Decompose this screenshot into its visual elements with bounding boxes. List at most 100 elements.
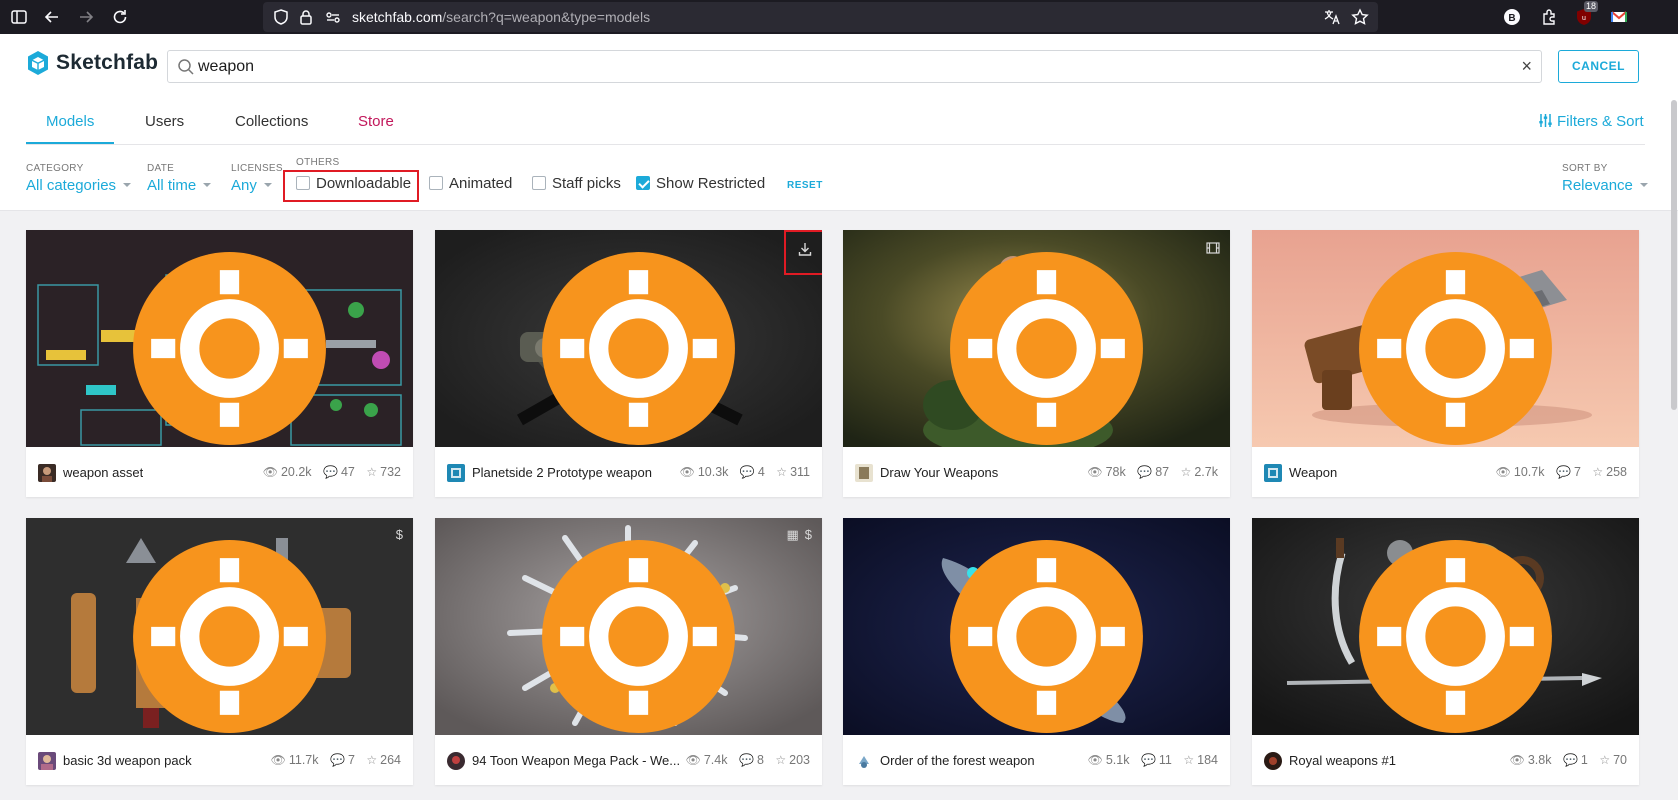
category-filter-select[interactable]: All categories — [26, 177, 132, 194]
model-title[interactable]: Draw Your Weapons — [880, 465, 998, 480]
model-thumbnail[interactable] — [843, 230, 1230, 447]
model-title[interactable]: Royal weapons #1 — [1289, 753, 1396, 768]
translate-icon[interactable] — [1322, 7, 1342, 27]
animated-label: Animated — [449, 175, 513, 192]
model-title[interactable]: Weapon — [1289, 465, 1337, 480]
author-avatar[interactable] — [855, 752, 873, 770]
views-count: 20.2k — [280, 465, 312, 479]
author-avatar[interactable] — [447, 464, 465, 482]
likes-star-icon[interactable]: ☆ — [366, 465, 377, 479]
back-icon[interactable] — [42, 7, 62, 27]
forward-icon[interactable] — [76, 7, 96, 27]
comments-count: 7 — [347, 753, 355, 767]
address-bar[interactable]: sketchfab.com/search?q=weapon&type=model… — [263, 2, 1378, 32]
views-count: 7.4k — [703, 753, 728, 767]
likes-star-icon[interactable]: ☆ — [1599, 753, 1610, 767]
tab-users[interactable]: Users — [145, 113, 184, 130]
model-thumbnail[interactable] — [1252, 518, 1639, 735]
bookmark-star-icon[interactable] — [1350, 7, 1370, 27]
model-card[interactable]: Weapon 👁 10.7k 💬 7 ☆ 258 — [1252, 230, 1639, 497]
card-footer: Planetside 2 Prototype weapon 👁 10.3k 💬 4 … — [435, 447, 822, 497]
url-text: sketchfab.com/search?q=weapon&type=model… — [352, 9, 651, 25]
model-thumbnail[interactable]: $ — [26, 518, 413, 735]
model-card[interactable]: Royal weapons #1 👁 3.8k 💬 1 ☆ 70 — [1252, 518, 1639, 785]
likes-star-icon[interactable]: ☆ — [776, 465, 787, 479]
model-title[interactable]: basic 3d weapon pack — [63, 753, 192, 768]
model-stats: 👁 10.7k 💬 7 ☆ 258 — [1488, 465, 1627, 479]
views-icon: 👁 — [1087, 753, 1103, 767]
author-avatar[interactable] — [38, 752, 56, 770]
others-filter-label: OTHERS — [296, 157, 340, 168]
comments-count: 47 — [340, 465, 355, 479]
model-card[interactable]: Order of the forest weapon 👁 5.1k 💬 11 ☆ 18… — [843, 518, 1230, 785]
licenses-filter-value: Any — [231, 177, 257, 194]
licenses-filter-select[interactable]: Any — [231, 177, 272, 194]
cancel-button[interactable]: CANCEL — [1558, 50, 1639, 83]
model-card[interactable]: Draw Your Weapons 👁 78k 💬 87 ☆ 2.7k — [843, 230, 1230, 497]
animated-icon: ▦ — [786, 527, 799, 542]
likes-count: 732 — [380, 465, 401, 479]
views-icon: 👁 — [262, 465, 278, 479]
sidebar-toggle-icon[interactable] — [9, 7, 29, 27]
sliders-icon — [1539, 114, 1552, 127]
reset-filters-button[interactable]: RESET — [787, 180, 823, 191]
staff-pick-badge-icon — [1359, 252, 1552, 445]
model-card[interactable]: $ basic 3d weapon pack 👁 11.7k 💬 7 ☆ 264 — [26, 518, 413, 785]
extensions-icon[interactable] — [1539, 7, 1559, 27]
search-icon — [178, 59, 194, 75]
model-title[interactable]: 94 Toon Weapon Mega Pack - We... — [472, 753, 680, 768]
author-avatar[interactable] — [1264, 464, 1282, 482]
likes-star-icon[interactable]: ☆ — [1592, 465, 1603, 479]
staff-picks-checkbox[interactable]: Staff picks — [532, 175, 621, 192]
model-thumbnail[interactable] — [26, 230, 413, 447]
model-card[interactable]: ▦ $ 94 Toon Weapon Mega Pack - We... 👁 7.4… — [435, 518, 822, 785]
tab-collections[interactable]: Collections — [235, 113, 308, 130]
search-input[interactable] — [198, 53, 1478, 80]
model-thumbnail[interactable] — [1252, 230, 1639, 447]
tabs-divider — [26, 144, 1645, 145]
tab-store[interactable]: Store — [358, 113, 394, 130]
tab-models[interactable]: Models — [46, 113, 94, 130]
author-avatar[interactable] — [1264, 752, 1282, 770]
chevron-down-icon — [123, 183, 132, 187]
filters-sort-button[interactable]: Filters & Sort — [1538, 113, 1644, 130]
model-title[interactable]: weapon asset — [63, 465, 143, 480]
date-filter-select[interactable]: All time — [147, 177, 212, 194]
likes-star-icon[interactable]: ☆ — [366, 753, 377, 767]
clear-search-icon[interactable]: × — [1521, 57, 1532, 75]
likes-star-icon[interactable]: ☆ — [1183, 753, 1194, 767]
staff-pick-badge-icon — [133, 252, 326, 445]
model-card[interactable]: weapon asset 👁 20.2k 💬 47 ☆ 732 — [26, 230, 413, 497]
brand-name[interactable]: Sketchfab — [56, 51, 158, 75]
author-avatar[interactable] — [447, 752, 465, 770]
permissions-icon[interactable] — [323, 7, 343, 27]
search-box[interactable]: × — [167, 50, 1542, 83]
model-thumbnail[interactable]: ▦ $ — [435, 518, 822, 735]
ublock-icon[interactable]: u 18 — [1574, 1, 1599, 27]
model-thumbnail[interactable] — [435, 230, 822, 447]
show-restricted-checkbox[interactable]: Show Restricted — [636, 175, 765, 192]
sketchfab-logo-icon[interactable] — [26, 50, 50, 76]
animated-checkbox[interactable]: Animated — [429, 175, 512, 192]
reload-icon[interactable] — [110, 7, 130, 27]
views-icon: 👁 — [270, 753, 286, 767]
likes-star-icon[interactable]: ☆ — [775, 753, 786, 767]
date-filter-value: All time — [147, 177, 197, 194]
comments-count: 87 — [1155, 465, 1170, 479]
browser-toolbar: sketchfab.com/search?q=weapon&type=model… — [0, 0, 1678, 34]
model-title[interactable]: Order of the forest weapon — [880, 753, 1035, 768]
sort-by-select[interactable]: Relevance — [1562, 177, 1648, 194]
card-footer: Order of the forest weapon 👁 5.1k 💬 11 ☆ 18… — [843, 735, 1230, 785]
lock-icon[interactable] — [296, 7, 316, 27]
author-avatar[interactable] — [38, 464, 56, 482]
model-thumbnail[interactable] — [843, 518, 1230, 735]
author-avatar[interactable] — [855, 464, 873, 482]
likes-star-icon[interactable]: ☆ — [1181, 465, 1192, 479]
model-title[interactable]: Planetside 2 Prototype weapon — [472, 465, 652, 480]
category-filter-value: All categories — [26, 177, 117, 194]
account-b-icon[interactable]: B — [1502, 7, 1522, 27]
model-card[interactable]: Planetside 2 Prototype weapon 👁 10.3k 💬 4 … — [435, 230, 822, 497]
gmail-icon[interactable] — [1609, 7, 1629, 27]
page-scrollbar[interactable] — [1671, 100, 1677, 410]
shield-icon[interactable] — [271, 7, 291, 27]
